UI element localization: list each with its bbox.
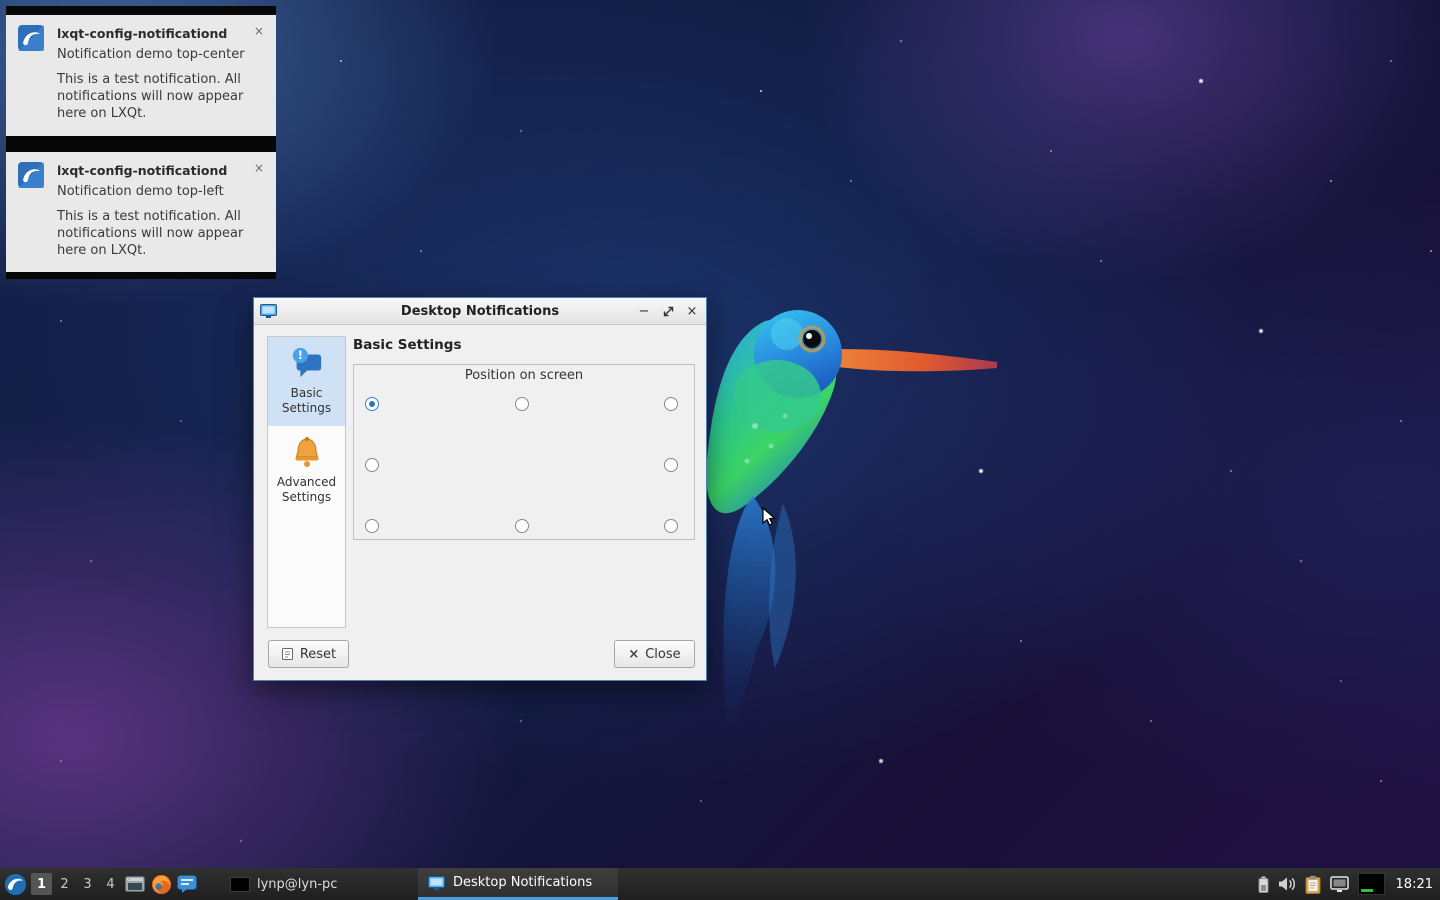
taskbar-clock[interactable]: 18:21: [1396, 877, 1433, 892]
quicklaunch-terminal-button[interactable]: [122, 868, 148, 900]
task-button-desktop-notifications[interactable]: Desktop Notifications: [418, 868, 618, 900]
workspace-2-button[interactable]: 2: [54, 873, 75, 895]
system-monitor-widget[interactable]: [1358, 873, 1385, 895]
radio-bottom-left[interactable]: [365, 519, 379, 533]
notification-close-icon[interactable]: ×: [253, 161, 265, 175]
taskbar: 1 2 3 4: [0, 868, 1440, 900]
notification-card[interactable]: lxqt-config-notificationd × Notification…: [6, 143, 276, 280]
titlebar[interactable]: Desktop Notifications − ×: [254, 298, 706, 325]
task-label: lynp@lyn-pc: [257, 877, 337, 892]
restore-icon: [663, 306, 674, 317]
sidebar-item-label: Basic Settings: [282, 386, 331, 415]
position-on-screen-group: Position on screen: [353, 364, 695, 540]
system-tray: 18:21: [1258, 868, 1440, 900]
chat-icon: [177, 875, 197, 893]
radio-middle-right[interactable]: [664, 458, 678, 472]
window-icon: [428, 876, 445, 890]
reset-button-label: Reset: [300, 647, 336, 662]
section-title: Basic Settings: [353, 337, 462, 353]
close-icon: ×: [628, 647, 639, 662]
workspace-3-button[interactable]: 3: [77, 873, 98, 895]
desktop-notifications-window: Desktop Notifications − × ! Basic Settin…: [253, 297, 707, 681]
notification-body: This is a test notification. All notific…: [57, 208, 265, 259]
lxqt-app-icon: [17, 161, 45, 189]
minimize-button[interactable]: −: [636, 303, 652, 319]
reset-button[interactable]: Reset: [268, 640, 349, 668]
settings-sidebar: ! Basic Settings Advanced Settings: [267, 336, 346, 628]
svg-text:!: !: [297, 348, 302, 362]
restore-button[interactable]: [660, 303, 676, 319]
close-dialog-button[interactable]: × Close: [614, 640, 695, 668]
lxqt-app-icon: [17, 24, 45, 52]
app-menu-button[interactable]: [0, 868, 30, 900]
notification-summary: Notification demo top-center: [57, 46, 265, 63]
radio-bottom-right[interactable]: [664, 519, 678, 533]
task-button-terminal[interactable]: lynp@lyn-pc: [222, 868, 345, 900]
task-label: Desktop Notifications: [453, 875, 592, 890]
workspace-4-button[interactable]: 4: [100, 873, 121, 895]
radio-top-right[interactable]: [664, 397, 678, 411]
wallpaper-stars: [0, 0, 2, 2]
volume-icon[interactable]: [1278, 876, 1296, 892]
terminal-icon: [125, 876, 145, 892]
radio-top-center[interactable]: [515, 397, 529, 411]
radio-middle-left[interactable]: [365, 458, 379, 472]
battery-indicator-icon[interactable]: [1258, 876, 1269, 893]
group-title: Position on screen: [354, 368, 694, 383]
notification-card[interactable]: lxqt-config-notificationd × Notification…: [6, 6, 276, 143]
notification-app-name: lxqt-config-notificationd: [57, 161, 249, 178]
workspace-1-button[interactable]: 1: [31, 873, 52, 895]
lxqt-logo-icon: [4, 873, 27, 896]
display-settings-icon[interactable]: [1330, 876, 1349, 893]
hummingbird-wallpaper-art: [695, 296, 1010, 746]
radio-top-left[interactable]: [365, 397, 379, 411]
mouse-cursor: [758, 504, 778, 526]
sidebar-item-label: Advanced Settings: [277, 475, 336, 504]
advanced-settings-bell-icon: [290, 435, 324, 469]
reset-icon: [281, 647, 294, 661]
sidebar-item-advanced-settings[interactable]: Advanced Settings: [268, 426, 345, 515]
notification-app-name: lxqt-config-notificationd: [57, 24, 249, 41]
notification-body: This is a test notification. All notific…: [57, 71, 265, 122]
firefox-icon: [151, 874, 172, 895]
terminal-preview-thumbnail: [230, 877, 250, 892]
quicklaunch-firefox-button[interactable]: [148, 868, 174, 900]
notification-stack: lxqt-config-notificationd × Notification…: [6, 6, 276, 279]
sidebar-item-basic-settings[interactable]: ! Basic Settings: [268, 337, 345, 426]
window-icon: [260, 304, 277, 318]
basic-settings-icon: !: [290, 346, 324, 380]
radio-bottom-center[interactable]: [515, 519, 529, 533]
quicklaunch-chat-button[interactable]: [174, 868, 200, 900]
notification-close-icon[interactable]: ×: [253, 24, 265, 38]
notification-summary: Notification demo top-left: [57, 183, 265, 200]
close-button[interactable]: ×: [684, 303, 700, 319]
clipboard-icon[interactable]: [1305, 875, 1321, 894]
close-button-label: Close: [645, 647, 680, 662]
